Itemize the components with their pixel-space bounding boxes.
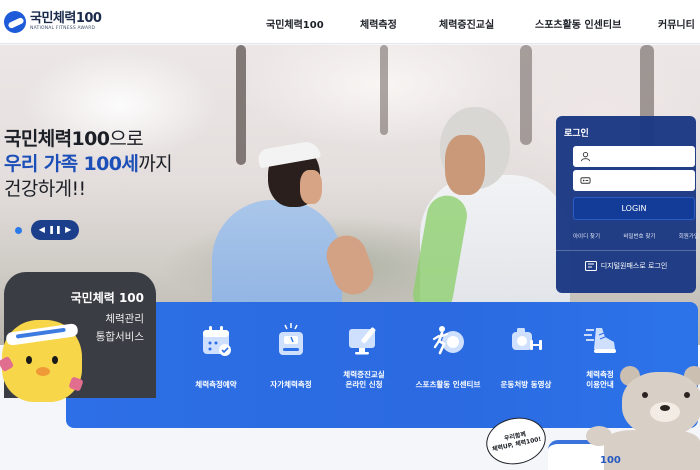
camera-dumbbell-icon (512, 328, 542, 350)
chick-eye (26, 356, 32, 364)
nav-item-fitness-class[interactable]: 체력증진교실 (439, 16, 494, 31)
service-exercise-video[interactable]: 운동처방 동영상 (486, 322, 566, 390)
find-password-link[interactable]: 비밀번호 찾기 (623, 232, 655, 240)
nav-item-measurement[interactable]: 체력측정 (360, 16, 397, 31)
scale-icon (279, 323, 303, 355)
user-icon (580, 152, 591, 162)
find-id-link[interactable]: 아이디 찾기 (573, 232, 600, 240)
slide-controls: ◀ ❚❚ ▶ (31, 220, 79, 240)
service-fitness-class-apply[interactable]: 체력증진교실 온라인 신청 (324, 322, 404, 390)
site-header: 국민체력100 NATIONAL FITNESS AWARD 국민체력100 체… (0, 0, 700, 44)
runner-coin-icon (432, 326, 464, 355)
prev-slide-icon[interactable]: ◀ (39, 226, 45, 234)
card-subtitle: 체력관리 통합서비스 (96, 310, 144, 346)
next-slide-icon[interactable]: ▶ (65, 226, 71, 234)
shoe-icon (584, 328, 616, 353)
digital-onepass-icon (584, 261, 597, 271)
login-links: 아이디 찾기 비밀번호 찾기 회원가입 (573, 232, 699, 240)
login-button[interactable]: LOGIN (573, 197, 695, 220)
service-label: 자가체력측정 (270, 380, 312, 389)
runner-woman-face (300, 170, 322, 204)
bear-shirt-number: 100 (600, 455, 621, 466)
card-title: 국민체력 100 (70, 291, 144, 305)
service-label: 운동처방 동영상 (500, 380, 552, 389)
hero-headline: 국민체력100으로 우리 가족 100세까지 건강하게!! (4, 127, 173, 202)
nav-item-fitness100[interactable]: 국민체력100 (266, 16, 324, 31)
headline-brand: 국민체력100 (4, 128, 110, 150)
login-pw-input[interactable] (595, 172, 691, 189)
password-key-icon (580, 177, 591, 184)
login-divider (556, 250, 696, 251)
nav-item-sports-incentive[interactable]: 스포츠활동 인센티브 (535, 16, 621, 31)
site-logo[interactable]: 국민체력100 NATIONAL FITNESS AWARD (4, 6, 124, 38)
tree-trunk (236, 45, 246, 165)
runner-man-face (445, 135, 485, 195)
monitor-pen-icon (349, 327, 376, 355)
chick-eye (52, 356, 58, 364)
digital-onepass-login[interactable]: 디지털원패스로 로그인 (564, 261, 688, 271)
bear-eye (684, 392, 690, 398)
headline-line3: 건강하게!! (4, 178, 86, 200)
pause-slide-icon[interactable]: ❚❚ (48, 226, 61, 234)
headline-suffix2: 까지 (138, 153, 173, 175)
tree-trunk (520, 45, 532, 145)
service-label: 스포츠활동 인센티브 (415, 380, 481, 389)
page: 국민체력100 NATIONAL FITNESS AWARD 국민체력100 체… (0, 0, 700, 470)
nav-item-community[interactable]: 커뮤니티 (658, 16, 695, 31)
logo-subtitle: NATIONAL FITNESS AWARD (30, 26, 96, 32)
digital-onepass-label: 디지털원패스로 로그인 (600, 262, 668, 270)
service-fitness-reservation[interactable]: 체력측정예약 (176, 322, 256, 390)
login-title: 로그인 (564, 129, 589, 139)
login-panel: 로그인 LOGIN 아이디 찾기 비밀번호 찾기 회원가입 디지털원패스로 로그… (556, 116, 699, 293)
service-sports-incentive[interactable]: 스포츠활동 인센티브 (408, 322, 488, 390)
bear-nose (660, 405, 670, 411)
login-id-input[interactable] (595, 148, 691, 165)
login-pw-field[interactable] (573, 170, 695, 191)
service-label-line2: 온라인 신청 (345, 380, 383, 389)
card-sub-line1: 체력관리 (105, 313, 144, 325)
signup-link[interactable]: 회원가입 (679, 232, 699, 240)
card-sub-line2: 통합서비스 (95, 331, 144, 343)
chick-mascot (2, 320, 82, 402)
services-bar: 체력측정예약 자가체력측정 체력증진교실 온라인 신청 스포츠활동 인센티브 운… (66, 302, 698, 428)
service-label: 체력측정예약 (195, 380, 237, 389)
tree-trunk (380, 45, 388, 135)
chick-headband (5, 323, 79, 346)
service-label-line1: 체력증진교실 (343, 370, 385, 379)
login-id-field[interactable] (573, 146, 695, 167)
chick-beak (36, 367, 50, 376)
bear-eye (642, 392, 648, 398)
logo-title: 국민체력100 (30, 11, 102, 27)
service-self-measurement[interactable]: 자가체력측정 (251, 322, 331, 390)
slide-indicator-dot[interactable] (15, 227, 22, 234)
headline-highlight: 우리 가족 100세 (4, 153, 139, 175)
service-label: 체력증진교실 온라인 신청 (324, 370, 404, 390)
headline-suffix1: 으로 (109, 128, 144, 150)
logo-runner-icon (4, 11, 26, 33)
bear-paw (586, 426, 612, 446)
calendar-check-icon (203, 326, 231, 356)
